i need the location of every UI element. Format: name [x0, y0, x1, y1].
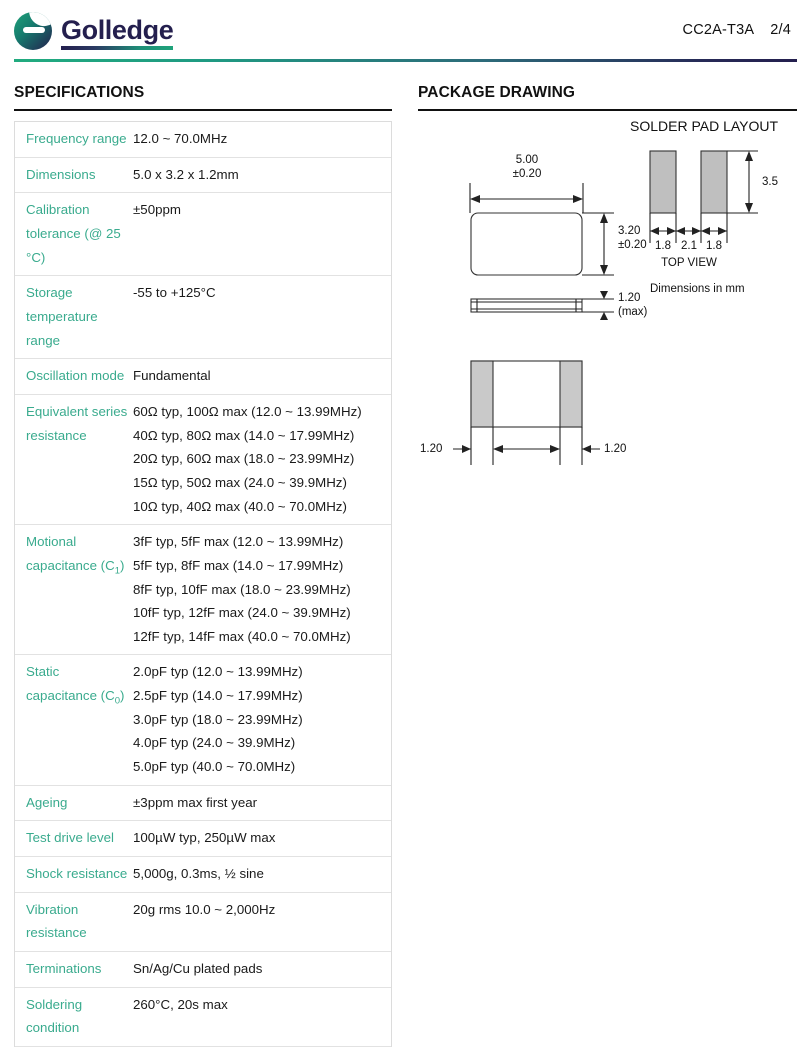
spec-value: Sn/Ag/Cu plated pads: [133, 957, 391, 981]
spec-label: Dimensions: [26, 166, 96, 182]
header-divider: [14, 59, 797, 62]
spec-value: 3fF typ, 5fF max (12.0 ~ 13.99MHz) 5fF ty…: [133, 530, 391, 648]
spec-value-line: 15Ω typ, 50Ω max (24.0 ~ 39.9MHz): [133, 474, 347, 490]
package-drawing-title: PACKAGE DRAWING: [418, 84, 576, 101]
spec-value-line: 12.0 ~ 70.0MHz: [133, 131, 228, 146]
specifications-section: SPECIFICATIONS Frequency range 12.0 ~ 70.…: [14, 84, 392, 1047]
spec-value-line: 260°C, 20s max: [133, 996, 228, 1012]
dimensions-units-note: Dimensions in mm: [650, 283, 745, 295]
table-row: Vibration resistance 20g rms 10.0 ~ 2,000…: [15, 893, 391, 953]
spec-label: Frequency range: [26, 131, 127, 146]
spec-label: Ageing: [26, 794, 68, 810]
spec-label: Test drive level: [26, 830, 114, 846]
spec-value: 12.0 ~ 70.0MHz: [133, 127, 391, 151]
side-view-thickness-dimension: 1.20 (max): [618, 292, 648, 319]
spec-value: 260°C, 20s max: [133, 993, 391, 1040]
spec-label: Shock resistance: [26, 866, 128, 882]
spec-label: Soldering condition: [26, 996, 83, 1036]
page-number: 2/4: [770, 22, 791, 38]
page-header: Golledge CC2A-T3A 2/4: [0, 0, 805, 62]
specifications-title: SPECIFICATIONS: [14, 84, 145, 101]
spec-value: ±3ppm max first year: [133, 791, 391, 815]
table-row: Storage temperature range -55 to +125°C: [15, 276, 391, 360]
bottom-view-right-pad-dimension: 1.20: [604, 443, 627, 455]
spec-value-line: 100µW typ, 250µW max: [133, 830, 276, 846]
spec-value-line: 3.0pF typ (18.0 ~ 23.99MHz): [133, 711, 303, 727]
top-view-width-dimension: 5.00 ±0.20: [512, 154, 542, 181]
solder-pad-dim-right: 1.8: [706, 240, 722, 252]
spec-value-line: 60Ω typ, 100Ω max (12.0 ~ 13.99MHz): [133, 403, 362, 419]
header-meta: CC2A-T3A 2/4: [683, 22, 791, 40]
table-row: Frequency range 12.0 ~ 70.0MHz: [15, 122, 391, 158]
table-row: Test drive level 100µW typ, 250µW max: [15, 821, 391, 858]
part-number: CC2A-T3A: [682, 22, 755, 38]
table-row: Dimensions 5.0 x 3.2 x 1.2mm: [15, 158, 391, 194]
solder-pad-layout-title: SOLDER PAD LAYOUT: [630, 118, 779, 134]
spec-value: -55 to +125°C: [133, 281, 391, 352]
package-drawing-title-rule: [418, 109, 797, 111]
spec-value-line: 10fF typ, 12fF max (24.0 ~ 39.9MHz): [133, 605, 351, 621]
spec-value: 5,000g, 0.3ms, ½ sine: [133, 862, 391, 886]
spec-value-line: 5fF typ, 8fF max (14.0 ~ 17.99MHz): [133, 557, 344, 573]
brand-logo[interactable]: Golledge: [14, 12, 174, 50]
spec-value-line: 40Ω typ, 80Ω max (14.0 ~ 17.99MHz): [133, 427, 355, 443]
package-drawing-svg: [453, 150, 758, 465]
spec-value: 2.0pF typ (12.0 ~ 13.99MHz) 2.5pF typ (14…: [133, 660, 391, 778]
table-row: Soldering condition 260°C, 20s max: [15, 988, 391, 1047]
spec-value: 100µW typ, 250µW max: [133, 826, 391, 850]
solder-pad-view-label: TOP VIEW: [661, 257, 717, 269]
spec-label: Motional capacitance (C1): [26, 534, 125, 577]
golledge-circle-logo-icon: [14, 12, 52, 50]
spec-value: ±50ppm: [133, 198, 391, 269]
bottom-view-left-pad-dimension: 1.20: [420, 443, 443, 455]
spec-value-line: 8fF typ, 10fF max (18.0 ~ 23.99MHz): [133, 581, 351, 597]
spec-value: 20g rms 10.0 ~ 2,000Hz: [133, 898, 391, 945]
table-row: Shock resistance 5,000g, 0.3ms, ½ sine: [15, 857, 391, 893]
page-content: SPECIFICATIONS Frequency range 12.0 ~ 70.…: [0, 62, 805, 1047]
spec-value-line: 12fF typ, 14fF max (40.0 ~ 70.0MHz): [133, 628, 351, 644]
spec-value-line: 3fF typ, 5fF max (12.0 ~ 13.99MHz): [133, 534, 344, 550]
spec-value-line: ±3ppm max first year: [133, 794, 258, 810]
table-row: Terminations Sn/Ag/Cu plated pads: [15, 952, 391, 988]
solder-pad-height-dimension: 3.5: [762, 176, 778, 188]
table-row: Motional capacitance (C1) 3fF typ, 5fF ma…: [15, 525, 391, 656]
spec-value: 5.0 x 3.2 x 1.2mm: [133, 163, 391, 187]
spec-label: Calibration tolerance (@ 25 °C): [26, 202, 124, 265]
spec-value-line: ±50ppm: [133, 202, 181, 218]
spec-value-line: 4.0pF typ (24.0 ~ 39.9MHz): [133, 735, 296, 751]
table-row: Oscillation mode Fundamental: [15, 359, 391, 395]
specifications-title-rule: [14, 109, 392, 111]
spec-label: Static capacitance (C0): [26, 664, 125, 707]
spec-value-line: 20g rms 10.0 ~ 2,000Hz: [133, 901, 276, 917]
specifications-table: Frequency range 12.0 ~ 70.0MHz Dimensions 5…: [14, 121, 392, 1047]
spec-value-line: 20Ω typ, 60Ω max (18.0 ~ 23.99MHz): [133, 451, 355, 467]
spec-value-line: 5.0pF typ (40.0 ~ 70.0MHz): [133, 759, 296, 775]
spec-value-line: 5.0 x 3.2 x 1.2mm: [133, 166, 239, 182]
spec-value-line: 5,000g, 0.3ms, ½ sine: [133, 866, 264, 882]
wordmark-underline: [61, 46, 174, 50]
package-drawing-section: PACKAGE DRAWING 5.00 ±0.20 3.20 ±0.20 1.…: [418, 84, 797, 1047]
spec-value-line: 10Ω typ, 40Ω max (40.0 ~ 70.0MHz): [133, 498, 347, 514]
package-drawing-canvas: 5.00 ±0.20 3.20 ±0.20 1.20 (max) 1.20 1.…: [418, 118, 797, 521]
spec-label: Terminations: [26, 961, 102, 977]
brand-name: Golledge: [61, 14, 174, 45]
spec-value: 60Ω typ, 100Ω max (12.0 ~ 13.99MHz) 40Ω t…: [133, 400, 391, 518]
brand-wordmark: Golledge: [61, 14, 174, 50]
spec-value-line: Sn/Ag/Cu plated pads: [133, 961, 263, 977]
spec-label: Oscillation mode: [26, 368, 125, 384]
spec-value-line: -55 to +125°C: [133, 285, 216, 301]
spec-label: Equivalent series resistance: [26, 403, 128, 443]
spec-value-line: 2.0pF typ (12.0 ~ 13.99MHz): [133, 664, 303, 680]
spec-label: Vibration resistance: [26, 901, 87, 941]
table-row: Static capacitance (C0) 2.0pF typ (12.0 ~…: [15, 655, 391, 786]
table-row: Equivalent series resistance 60Ω typ, 100…: [15, 395, 391, 526]
spec-value-line: 2.5pF typ (14.0 ~ 17.99MHz): [133, 688, 303, 704]
spec-value-line: Fundamental: [133, 368, 211, 384]
table-row: Ageing ±3ppm max first year: [15, 786, 391, 822]
spec-value: Fundamental: [133, 364, 391, 388]
table-row: Calibration tolerance (@ 25 °C) ±50ppm: [15, 193, 391, 277]
spec-label: Storage temperature range: [26, 285, 98, 348]
